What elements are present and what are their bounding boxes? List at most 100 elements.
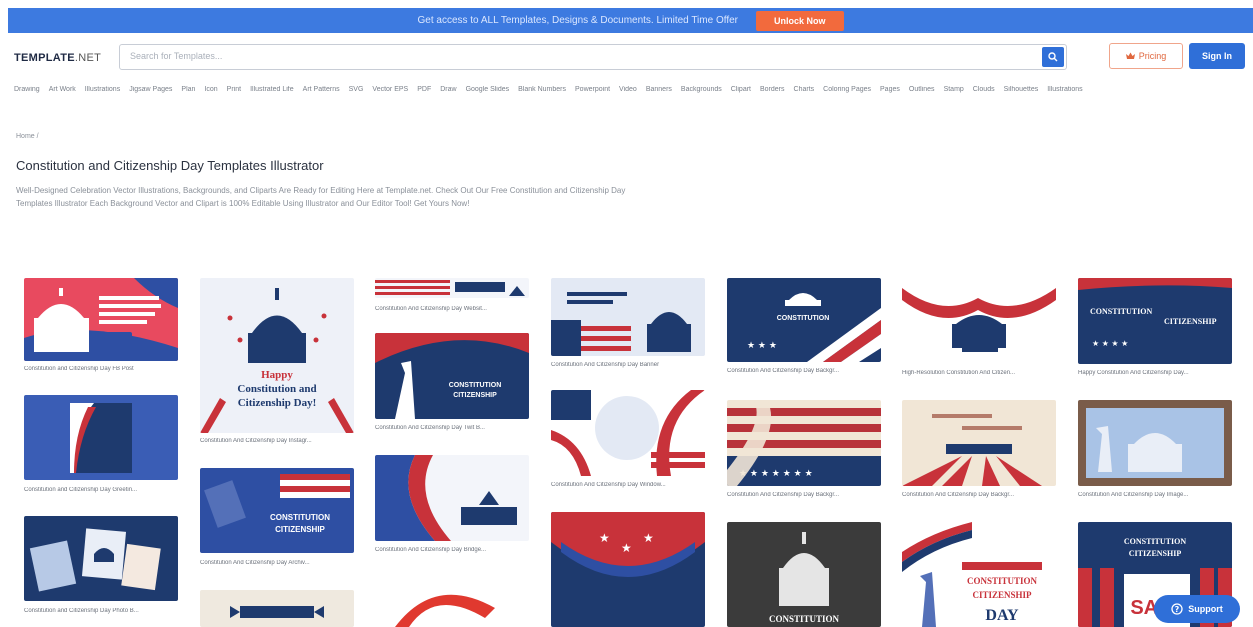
template-caption[interactable]: Constitution And Citizenship Day Backgr.… bbox=[902, 492, 1056, 498]
template-thumbnail[interactable] bbox=[24, 395, 178, 480]
category-link[interactable]: Stamp bbox=[944, 86, 964, 100]
template-thumbnail[interactable]: CONSTITUTION ★ ★ ★ bbox=[727, 278, 881, 362]
template-thumbnail[interactable] bbox=[200, 590, 354, 627]
category-link[interactable]: Jigsaw Pages bbox=[129, 86, 172, 100]
template-thumbnail[interactable]: Happy Constitution and Citizenship Day! bbox=[200, 278, 354, 433]
template-thumbnail[interactable] bbox=[1078, 400, 1232, 486]
template-caption[interactable]: Constitution and Citizenship Day Photo B… bbox=[24, 608, 178, 614]
template-thumbnail[interactable]: CONSTITUTION CITIZENSHIP bbox=[375, 333, 529, 419]
category-link[interactable]: Icon bbox=[204, 86, 217, 100]
category-link[interactable]: Plan bbox=[181, 86, 195, 100]
category-link[interactable]: Powerpoint bbox=[575, 86, 610, 100]
category-link[interactable]: Illustrations bbox=[1047, 86, 1082, 100]
category-link[interactable]: Silhouettes bbox=[1004, 86, 1039, 100]
art-constitution-5: CONSTITUTION bbox=[777, 315, 830, 322]
template-caption[interactable]: High-Resolution Constitution And Citizen… bbox=[902, 370, 1056, 376]
search-input[interactable]: Search for Templates... bbox=[130, 51, 222, 61]
template-thumbnail[interactable]: ★ ★ ★ ★ ★ ★ ★ bbox=[727, 400, 881, 486]
category-link[interactable]: Outlines bbox=[909, 86, 935, 100]
template-thumbnail[interactable]: CONSTITUTION CITIZENSHIP ★ ★ ★ ★ bbox=[1078, 278, 1232, 364]
template-caption[interactable]: Constitution And Citizenship Day Instagr… bbox=[200, 438, 354, 444]
category-link[interactable]: Art Work bbox=[49, 86, 76, 100]
template-card[interactable]: Constitution and Citizenship Day FB Post bbox=[24, 278, 178, 378]
template-card[interactable]: Constitution And Citizenship Day Backgr.… bbox=[902, 400, 1056, 505]
template-thumbnail[interactable] bbox=[551, 390, 705, 476]
category-link[interactable]: Illustrated Life bbox=[250, 86, 294, 100]
template-caption[interactable]: Constitution And Citizenship Day Backgr.… bbox=[727, 492, 881, 498]
unlock-now-button[interactable]: Unlock Now bbox=[756, 10, 844, 31]
category-link[interactable]: Art Patterns bbox=[303, 86, 340, 100]
art-citizenship-2: CITIZENSHIP bbox=[275, 525, 325, 534]
template-thumbnail[interactable] bbox=[902, 400, 1056, 486]
pricing-button[interactable]: Pricing bbox=[1109, 43, 1183, 69]
template-thumbnail[interactable] bbox=[375, 578, 529, 627]
template-card[interactable]: Constitution And Citizenship Day Websit.… bbox=[375, 278, 529, 318]
template-caption[interactable]: Constitution And Citizenship Day Banner bbox=[551, 362, 705, 368]
breadcrumb[interactable]: Home / bbox=[16, 133, 39, 140]
template-card[interactable]: Constitution And Citizenship Day Image..… bbox=[1078, 400, 1232, 505]
category-link[interactable]: Pages bbox=[880, 86, 900, 100]
template-caption[interactable]: Constitution And Citizenship Day Twit B.… bbox=[375, 425, 529, 431]
template-caption[interactable]: Constitution and Citizenship Day Greetin… bbox=[24, 487, 178, 493]
template-thumbnail[interactable]: CONSTITUTION CITIZENSHIP DAY bbox=[902, 522, 1056, 627]
category-link[interactable]: Coloring Pages bbox=[823, 86, 871, 100]
template-card[interactable] bbox=[200, 590, 354, 627]
category-link[interactable]: Backgrounds bbox=[681, 86, 722, 100]
template-caption[interactable]: Constitution And Citizenship Day Backgr.… bbox=[727, 368, 881, 374]
template-card[interactable]: ★ ★ ★ ★ ★ ★ ★ Constitution And Citizensh… bbox=[727, 400, 881, 505]
category-link[interactable]: Clouds bbox=[973, 86, 995, 100]
category-link[interactable]: Draw bbox=[440, 86, 456, 100]
template-thumbnail[interactable]: CONSTITUTION CITIZENSHIP bbox=[200, 468, 354, 553]
category-link[interactable]: Clipart bbox=[731, 86, 751, 100]
svg-text:★: ★ bbox=[621, 541, 632, 555]
search-bar[interactable]: Search for Templates... bbox=[119, 44, 1067, 70]
template-thumbnail[interactable]: ★ ★ ★ bbox=[551, 512, 705, 627]
category-link[interactable]: Illustrations bbox=[85, 86, 120, 100]
template-caption[interactable]: Constitution And Citizenship Day Bridge.… bbox=[375, 547, 529, 553]
template-caption[interactable]: Constitution And Citizenship Day Window.… bbox=[551, 482, 705, 488]
search-button[interactable] bbox=[1042, 47, 1064, 67]
category-link[interactable]: SVG bbox=[349, 86, 364, 100]
template-thumbnail[interactable] bbox=[902, 278, 1056, 356]
template-caption[interactable]: Constitution And Citizenship Day Websit.… bbox=[375, 306, 529, 312]
template-card[interactable]: High-Resolution Constitution And Citizen… bbox=[902, 278, 1056, 378]
template-thumbnail[interactable] bbox=[375, 455, 529, 541]
support-button[interactable]: ? Support bbox=[1154, 595, 1240, 623]
category-link[interactable]: Drawing bbox=[14, 86, 40, 100]
template-card[interactable]: CONSTITUTION bbox=[727, 522, 881, 627]
template-card[interactable]: Constitution And Citizenship Day Bridge.… bbox=[375, 455, 529, 560]
template-card[interactable]: CONSTITUTION CITIZENSHIP DAY bbox=[902, 522, 1056, 627]
template-card[interactable]: CONSTITUTION CITIZENSHIP Constitution And… bbox=[200, 468, 354, 573]
category-link[interactable]: Blank Numbers bbox=[518, 86, 566, 100]
category-link[interactable]: PDF bbox=[417, 86, 431, 100]
category-link[interactable]: Charts bbox=[794, 86, 815, 100]
template-caption[interactable]: Constitution And Citizenship Day Image..… bbox=[1078, 492, 1232, 498]
template-caption[interactable]: Happy Constitution And Citizenship Day..… bbox=[1078, 370, 1232, 376]
template-thumbnail[interactable] bbox=[24, 278, 178, 361]
template-card[interactable] bbox=[375, 578, 529, 627]
template-card[interactable]: ★ ★ ★ bbox=[551, 512, 705, 627]
category-link[interactable]: Print bbox=[227, 86, 241, 100]
category-link[interactable]: Google Slides bbox=[466, 86, 510, 100]
template-card[interactable]: Constitution and Citizenship Day Photo B… bbox=[24, 516, 178, 621]
template-card[interactable]: Constitution and Citizenship Day Greetin… bbox=[24, 395, 178, 500]
template-card[interactable]: Constitution And Citizenship Day Window.… bbox=[551, 390, 705, 495]
template-thumbnail[interactable]: CONSTITUTION bbox=[727, 522, 881, 627]
template-thumbnail[interactable] bbox=[24, 516, 178, 601]
template-card[interactable]: Happy Constitution and Citizenship Day! Co… bbox=[200, 278, 354, 448]
template-card[interactable]: CONSTITUTION CITIZENSHIP Constitution And… bbox=[375, 333, 529, 438]
category-link[interactable]: Video bbox=[619, 86, 637, 100]
template-caption[interactable]: Constitution And Citizenship Day Archiv.… bbox=[200, 560, 354, 566]
template-card[interactable]: Constitution And Citizenship Day Banner bbox=[551, 278, 705, 378]
template-thumbnail[interactable] bbox=[551, 278, 705, 356]
art-citizenship-8: CITIZENSHIP bbox=[1164, 317, 1217, 326]
template-thumbnail[interactable] bbox=[375, 278, 529, 298]
site-logo[interactable]: TEMPLATE.NET bbox=[14, 52, 101, 64]
category-link[interactable]: Banners bbox=[646, 86, 672, 100]
template-card[interactable]: CONSTITUTION ★ ★ ★ Constitution And Citiz… bbox=[727, 278, 881, 378]
signin-button[interactable]: Sign In bbox=[1189, 43, 1245, 69]
template-card[interactable]: CONSTITUTION CITIZENSHIP ★ ★ ★ ★ Happy Con… bbox=[1078, 278, 1232, 378]
category-link[interactable]: Vector EPS bbox=[372, 86, 408, 100]
category-link[interactable]: Borders bbox=[760, 86, 785, 100]
template-caption[interactable]: Constitution and Citizenship Day FB Post bbox=[24, 366, 178, 372]
